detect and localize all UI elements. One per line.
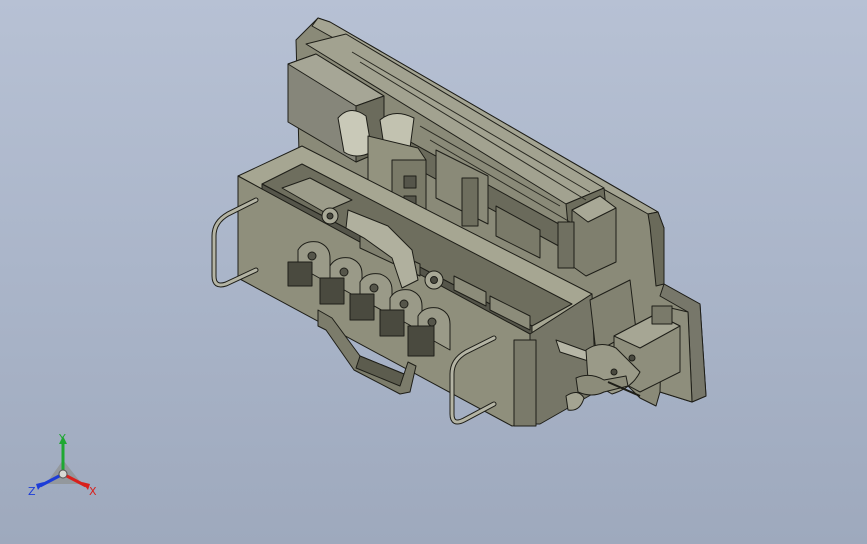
orientation-triad: Y X Z [22, 428, 106, 508]
3d-viewport[interactable]: Y X Z [0, 0, 867, 544]
y-axis-label: Y [59, 432, 66, 445]
cad-model[interactable] [0, 0, 867, 544]
x-axis-label: X [89, 485, 97, 498]
z-axis-label: Z [28, 485, 36, 498]
